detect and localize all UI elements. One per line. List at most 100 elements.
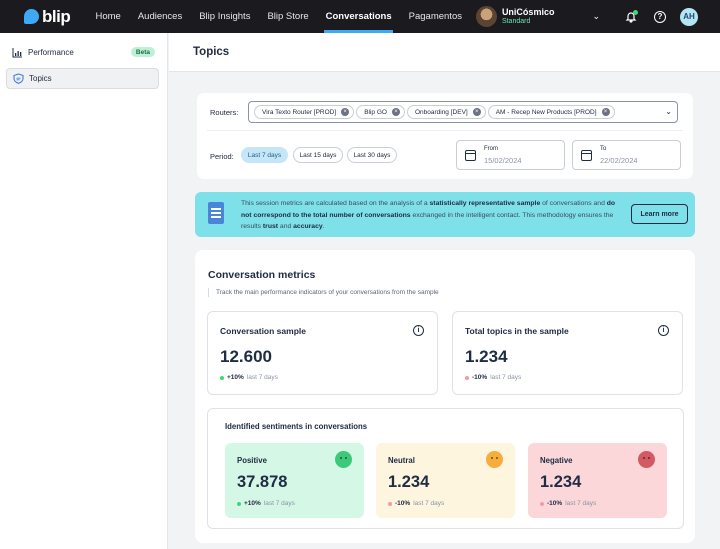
trend-dot: [540, 501, 544, 506]
sentiment-negative-card: Negative 1.234 -10% last 7 days: [528, 443, 667, 518]
kpi-conversation-sample: Conversation sample i 12.600 +10% last 7…: [207, 311, 438, 395]
user-name: UniCósmico: [501, 7, 555, 17]
sentiment-value: 1.234: [388, 473, 430, 491]
delta-period: last 7 days: [246, 374, 278, 381]
kpi-total-topics: Total topics in the sample i 1.234 -10% …: [452, 311, 683, 395]
sample-info-banner: This session metrics are calculated base…: [195, 192, 695, 237]
account-initials[interactable]: AH: [680, 7, 698, 26]
beta-badge: Beta: [130, 47, 155, 57]
nav-audiences[interactable]: Audiences: [129, 0, 190, 33]
sidebar-item-performance[interactable]: Performance Beta: [6, 42, 159, 63]
to-date-field[interactable]: To 22/02/2024: [572, 140, 681, 170]
nav-conversations[interactable]: Conversations: [317, 0, 400, 33]
router-chip: AM - Recep New Products [PROD] ×: [487, 105, 615, 119]
divider: [207, 130, 683, 131]
nav-pagamentos[interactable]: Pagamentos: [400, 0, 470, 33]
neutral-face-icon: [486, 451, 503, 468]
notification-dot: [633, 9, 638, 15]
routers-select[interactable]: Vira Texto Router [PROD] × Blip GO × Onboa…: [248, 101, 678, 123]
conversation-metrics-card: Conversation metrics Track the main perf…: [195, 250, 695, 543]
blip-bubble-icon: [24, 9, 39, 24]
nav-right: UniCósmico Standard ⌄ ? AH: [475, 0, 720, 33]
kpi-title: Conversation sample: [220, 326, 306, 336]
page-title: Topics: [193, 46, 230, 58]
trend-dot: [237, 501, 241, 506]
to-label: To: [600, 146, 607, 152]
user-menu[interactable]: UniCósmico Standard: [475, 6, 555, 27]
sidebar-item-label: Performance: [28, 48, 74, 57]
info-icon[interactable]: i: [413, 325, 424, 336]
delta-value: +10%: [244, 500, 261, 507]
sentiments-panel: Identified sentiments in conversations P…: [207, 408, 684, 529]
delta-value: -10%: [472, 374, 488, 381]
period-last-15-days[interactable]: Last 15 days: [293, 147, 343, 163]
metrics-subtitle: Track the main performance indicators of…: [216, 289, 439, 296]
sentiment-delta: -10% last 7 days: [540, 500, 596, 507]
router-chip-label: AM - Recep New Products [PROD]: [495, 108, 597, 116]
from-value: 15/02/2024: [484, 156, 522, 165]
nav-home[interactable]: Home: [87, 0, 129, 33]
top-navbar: blip Home Audiences Blip Insights Blip S…: [0, 0, 720, 33]
delta-value: -10%: [547, 500, 563, 507]
from-date-field[interactable]: From 15/02/2024: [456, 140, 565, 170]
sidebar-item-label: Topics: [29, 74, 52, 83]
main-nav: Home Audiences Blip Insights Blip Store …: [87, 0, 470, 33]
banner-text: This session metrics are calculated base…: [241, 200, 616, 230]
sentiment-value: 37.878: [237, 473, 288, 491]
sentiment-delta: +10% last 7 days: [237, 500, 295, 507]
sentiment-label: Negative: [540, 456, 573, 465]
sentiment-neutral-card: Neutral 1.234 -10% last 7 days: [376, 443, 515, 518]
delta-period: last 7 days: [413, 500, 445, 507]
kpi-title: Total topics in the sample: [465, 326, 569, 336]
sentiment-value: 1.234: [540, 473, 582, 491]
kpi-delta: +10% last 7 days: [220, 374, 278, 381]
bell-icon[interactable]: [624, 9, 638, 24]
trend-dot: [388, 501, 392, 506]
routers-label: Routers:: [210, 108, 239, 117]
remove-chip-icon[interactable]: ×: [341, 108, 350, 116]
help-icon[interactable]: ?: [653, 10, 667, 24]
period-last-30-days[interactable]: Last 30 days: [347, 147, 397, 163]
sentiment-label: Positive: [237, 456, 267, 465]
subtitle-bar: [208, 288, 209, 297]
blip-logo[interactable]: blip: [24, 7, 78, 27]
remove-chip-icon[interactable]: ×: [472, 108, 481, 116]
sidebar-item-topics[interactable]: Topics: [6, 68, 159, 89]
shield-chat-icon: [13, 73, 24, 84]
kpi-value: 12.600: [220, 347, 272, 366]
kpi-value: 1.234: [465, 347, 508, 366]
page-header: Topics: [169, 33, 720, 72]
chart-icon: [12, 47, 23, 58]
document-icon: [208, 202, 224, 224]
router-chip-label: Vira Texto Router [PROD]: [262, 108, 337, 116]
kpi-delta: -10% last 7 days: [465, 374, 521, 381]
sad-face-icon: [638, 451, 655, 468]
user-role: Standard: [501, 18, 531, 25]
delta-value: -10%: [395, 500, 411, 507]
info-icon[interactable]: i: [658, 325, 669, 336]
period-label: Period:: [210, 152, 234, 161]
trend-dot: [220, 375, 224, 380]
delta-period: last 7 days: [490, 374, 522, 381]
metrics-title: Conversation metrics: [208, 269, 316, 281]
remove-chip-icon[interactable]: ×: [601, 108, 610, 116]
delta-period: last 7 days: [565, 500, 597, 507]
chevron-down-icon[interactable]: ⌄: [665, 107, 672, 116]
sentiments-title: Identified sentiments in conversations: [225, 422, 368, 431]
avatar: [475, 6, 497, 27]
chevron-down-icon[interactable]: ⌄: [592, 11, 600, 22]
delta-value: +10%: [227, 374, 244, 381]
sentiment-positive-card: Positive 37.878 +10% last 7 days: [225, 443, 364, 518]
learn-more-button[interactable]: Learn more: [631, 204, 688, 224]
router-chip: Vira Texto Router [PROD] ×: [254, 105, 355, 119]
router-chip-label: Blip GO: [364, 108, 387, 116]
from-label: From: [484, 146, 498, 152]
nav-blip-store[interactable]: Blip Store: [259, 0, 317, 33]
nav-blip-insights[interactable]: Blip Insights: [191, 0, 259, 33]
to-value: 22/02/2024: [600, 156, 638, 165]
period-last-7-days[interactable]: Last 7 days: [241, 147, 288, 163]
remove-chip-icon[interactable]: ×: [391, 108, 400, 116]
filter-card: Routers: Vira Texto Router [PROD] × Blip …: [197, 93, 693, 179]
calendar-icon: [465, 150, 476, 161]
router-chip-label: Onboarding [DEV]: [414, 108, 468, 116]
